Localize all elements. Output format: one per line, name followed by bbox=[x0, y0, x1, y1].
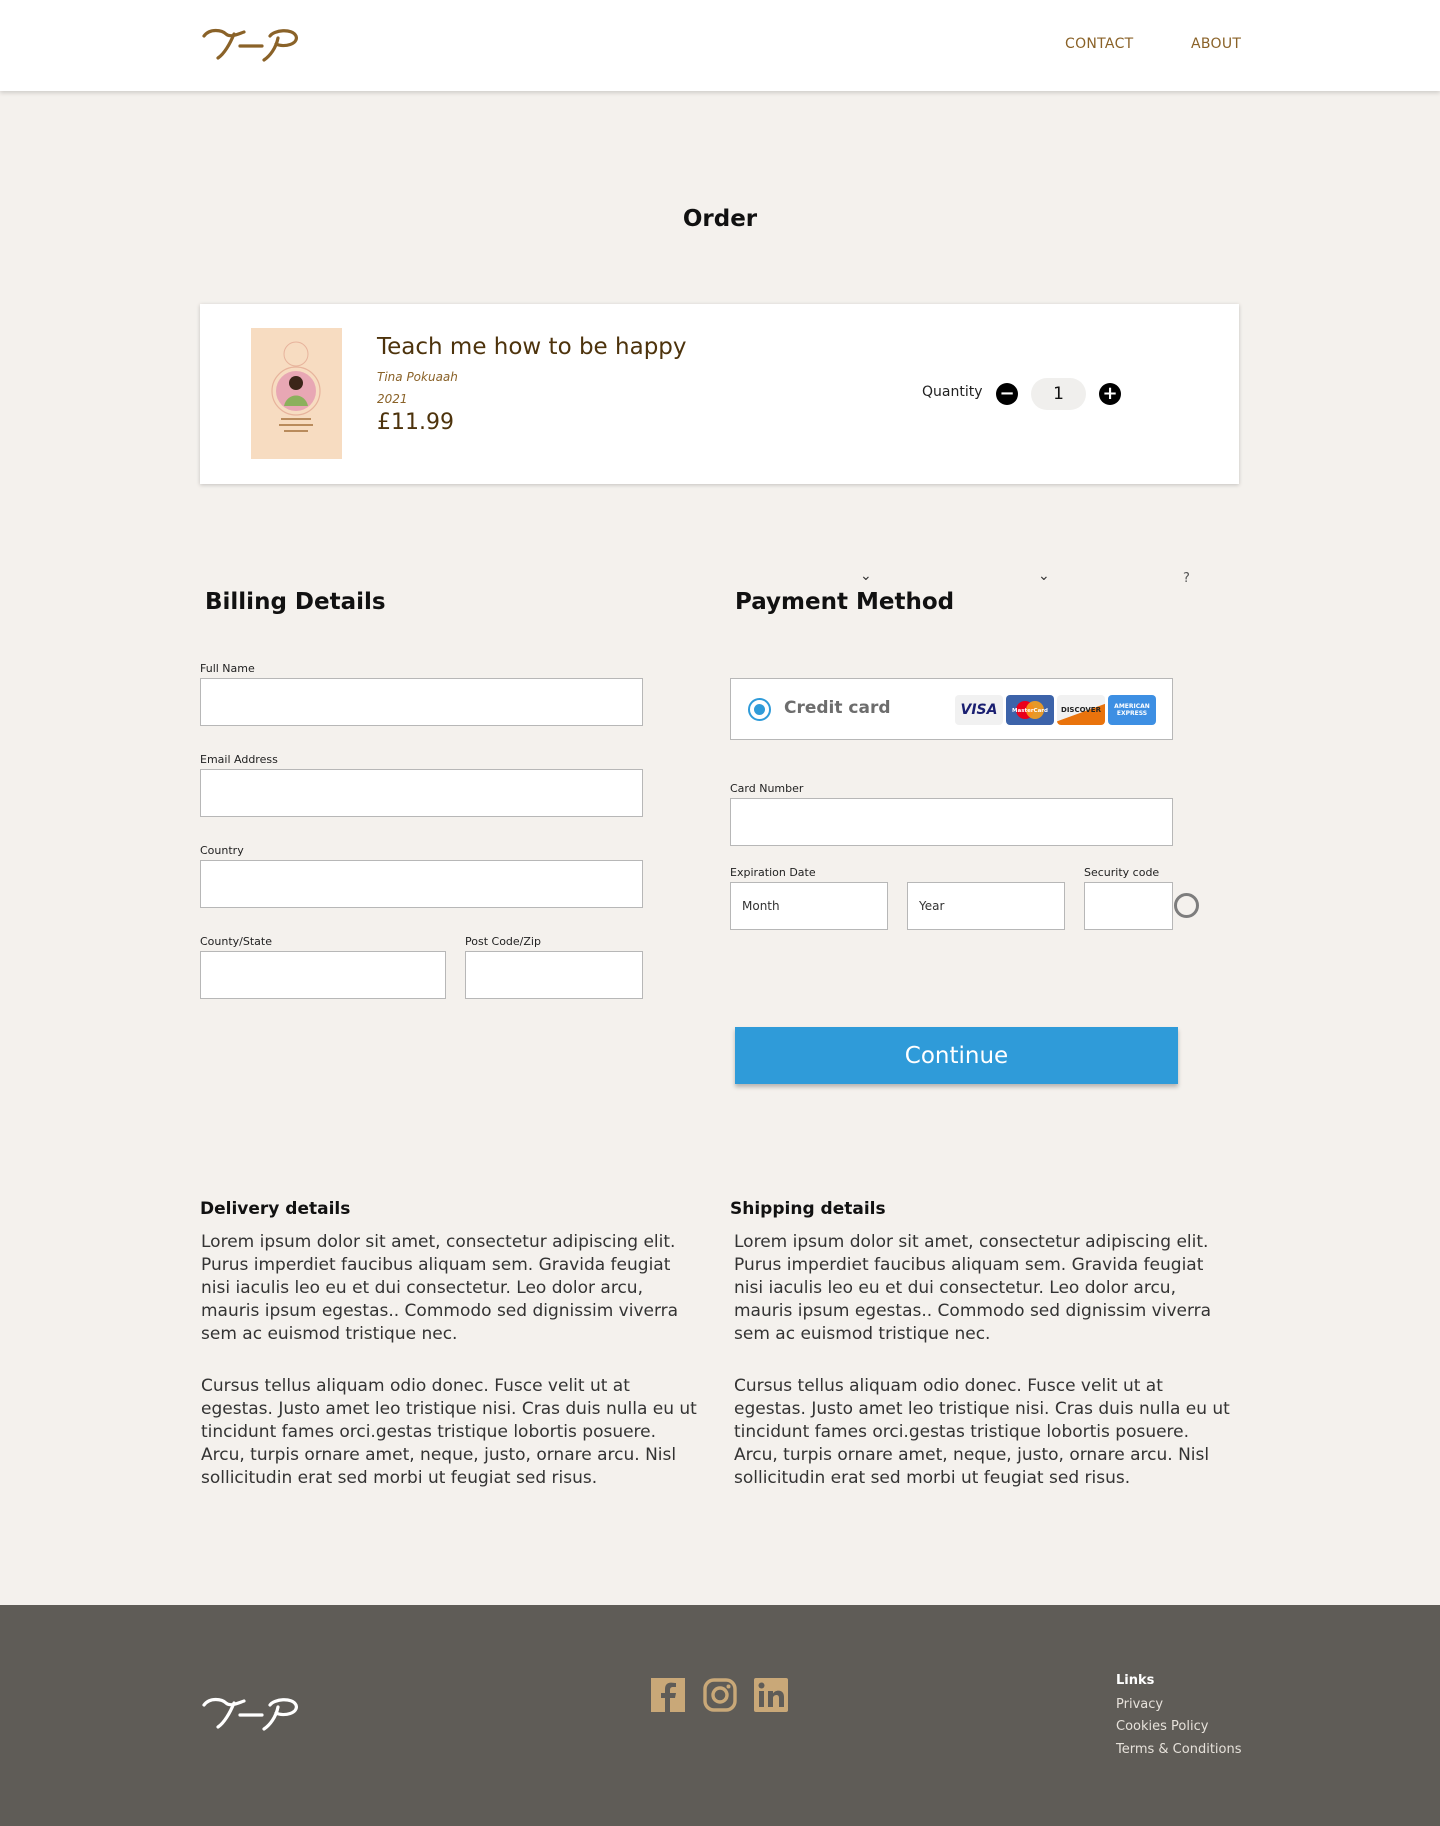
email-label: Email Address bbox=[200, 753, 278, 766]
delivery-details-paragraph: Cursus tellus aliquam odio donec. Fusce … bbox=[201, 1376, 697, 1488]
shipping-details-heading: Shipping details bbox=[730, 1199, 886, 1219]
country-label: Country bbox=[200, 844, 244, 857]
card-number-label: Card Number bbox=[730, 782, 804, 795]
continue-button[interactable]: Continue bbox=[735, 1027, 1178, 1084]
site-footer: Links Privacy Cookies Policy Terms & Con… bbox=[0, 1605, 1440, 1826]
expiration-year-field[interactable] bbox=[907, 882, 1065, 930]
order-item-card: Teach me how to be happy Tina Pokuaah 20… bbox=[200, 304, 1239, 484]
cookies-policy-link[interactable]: Cookies Policy bbox=[1116, 1719, 1208, 1734]
terms-conditions-link[interactable]: Terms & Conditions bbox=[1116, 1742, 1242, 1757]
credit-card-option[interactable]: Credit card VISA MasterCard DISCOVER AME… bbox=[730, 678, 1173, 740]
full-name-field[interactable] bbox=[200, 678, 643, 726]
nav-contact-link[interactable]: CONTACT bbox=[1065, 36, 1134, 52]
shipping-details-paragraph: Lorem ipsum dolor sit amet, consectetur … bbox=[734, 1232, 1212, 1344]
product-price: £11.99 bbox=[377, 410, 454, 435]
linkedin-icon[interactable] bbox=[754, 1678, 788, 1712]
expiration-month-field[interactable] bbox=[730, 882, 888, 930]
county-state-field[interactable] bbox=[200, 951, 446, 999]
chevron-down-icon[interactable]: ⌄ bbox=[860, 568, 872, 584]
discover-icon: DISCOVER bbox=[1057, 695, 1105, 725]
privacy-link[interactable]: Privacy bbox=[1116, 1697, 1163, 1712]
credit-card-label: Credit card bbox=[784, 698, 891, 718]
quantity-label: Quantity bbox=[922, 384, 983, 400]
card-number-field[interactable] bbox=[730, 798, 1173, 846]
visa-icon: VISA bbox=[955, 695, 1003, 725]
quantity-value[interactable]: 1 bbox=[1031, 378, 1086, 410]
postcode-field[interactable] bbox=[465, 951, 643, 999]
shipping-details-paragraph: Cursus tellus aliquam odio donec. Fusce … bbox=[734, 1376, 1230, 1488]
footer-links-heading: Links bbox=[1116, 1673, 1155, 1688]
site-header: CONTACT ABOUT bbox=[0, 0, 1440, 91]
security-code-info-icon[interactable] bbox=[1174, 893, 1199, 918]
chevron-down-icon[interactable]: ⌄ bbox=[1038, 568, 1050, 584]
brand-logo[interactable] bbox=[200, 1693, 304, 1733]
help-icon[interactable]: ? bbox=[1183, 571, 1190, 586]
product-year: 2021 bbox=[377, 392, 408, 406]
payment-method-heading: Payment Method bbox=[735, 589, 955, 615]
mastercard-text: MasterCard bbox=[1012, 708, 1048, 714]
book-cover-image bbox=[251, 328, 342, 459]
delivery-details-paragraph: Lorem ipsum dolor sit amet, consectetur … bbox=[201, 1232, 679, 1344]
security-code-label: Security code bbox=[1084, 866, 1160, 879]
product-author: Tina Pokuaah bbox=[377, 370, 458, 384]
postcode-label: Post Code/Zip bbox=[465, 935, 541, 948]
billing-details-heading: Billing Details bbox=[205, 589, 386, 615]
page-title: Order bbox=[682, 206, 758, 232]
email-field[interactable] bbox=[200, 769, 643, 817]
amex-icon: AMERICAN EXPRESS bbox=[1108, 695, 1156, 725]
quantity-increase-button[interactable]: + bbox=[1099, 383, 1121, 405]
nav-about-link[interactable]: ABOUT bbox=[1191, 36, 1241, 52]
expiration-date-label: Expiration Date bbox=[730, 866, 816, 879]
security-code-field[interactable] bbox=[1084, 882, 1173, 930]
delivery-details-heading: Delivery details bbox=[200, 1199, 351, 1219]
facebook-icon[interactable] bbox=[651, 1678, 685, 1712]
quantity-decrease-button[interactable]: − bbox=[996, 383, 1018, 405]
mastercard-icon: MasterCard bbox=[1006, 695, 1054, 725]
credit-card-radio[interactable] bbox=[748, 698, 771, 721]
brand-logo[interactable] bbox=[200, 24, 304, 64]
product-title[interactable]: Teach me how to be happy bbox=[377, 334, 687, 360]
country-field[interactable] bbox=[200, 860, 643, 908]
full-name-label: Full Name bbox=[200, 662, 255, 675]
instagram-icon[interactable] bbox=[703, 1678, 737, 1712]
county-state-label: County/State bbox=[200, 935, 272, 948]
